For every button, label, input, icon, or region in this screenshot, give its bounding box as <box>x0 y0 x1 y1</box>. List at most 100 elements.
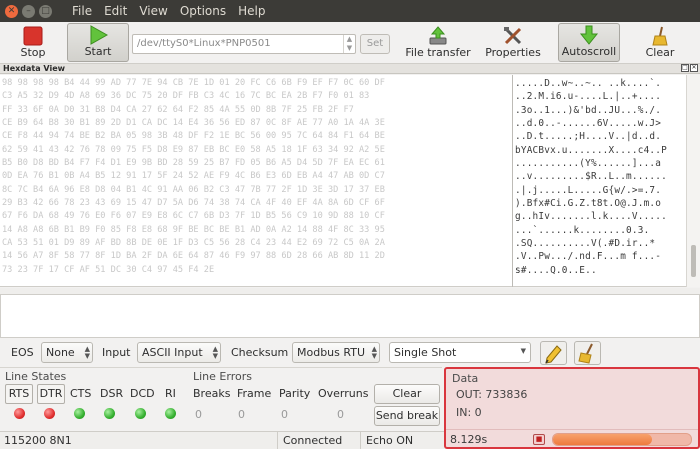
line-states-title: Line States <box>5 370 67 383</box>
menu-file[interactable]: File <box>66 4 98 18</box>
control-row: EOS None ▲ ▼ Input ASCII Input ▲ ▼ Checksu… <box>0 341 700 365</box>
stop-button[interactable]: Stop <box>10 23 56 62</box>
dtr-button[interactable]: DTR <box>37 384 65 404</box>
file-transfer-icon <box>429 26 447 45</box>
hex-bytes-pane[interactable]: 98 98 98 98 B4 44 99 AD 77 7E 94 CB 7E 1… <box>0 75 512 287</box>
hex-scrollbar-thumb[interactable] <box>691 245 696 277</box>
float-icon[interactable]: □ <box>681 64 689 72</box>
autoscroll-button[interactable]: Autoscroll <box>558 23 620 62</box>
data-title: Data <box>452 372 479 385</box>
hex-line: 8C 7C B4 6A 96 E8 D8 04 B1 4C 91 AA 06 B… <box>2 184 385 195</box>
set-button[interactable]: Set <box>360 34 390 54</box>
ri-led-icon <box>165 408 176 419</box>
hex-line: B5 B0 D8 BD B4 F7 F4 D1 E9 9B BD 28 59 2… <box>2 158 385 169</box>
checksum-spinner-icon: ▲ ▼ <box>371 345 377 360</box>
hex-line: CA 53 51 01 D9 89 AF BD 8B DE 0E 1F D3 C… <box>2 238 385 249</box>
ascii-line: ..2.M.i6.u-....L.|..+.... <box>515 91 662 103</box>
ascii-line: .|.j.....L.....G{w/.>=.7. <box>515 184 662 196</box>
clear-input-button[interactable] <box>574 341 601 365</box>
start-button[interactable]: Start <box>67 23 129 62</box>
out-count: OUT: 733836 <box>456 388 528 401</box>
ascii-pane[interactable]: .....D..w~..~.. ..k....`. ..2.M.i6.u-....… <box>514 75 686 287</box>
hex-line: 73 23 7F 17 CF AF 51 DC 30 C4 97 45 F4 2… <box>2 264 215 275</box>
checksum-value: Modbus RTU <box>297 346 365 359</box>
dcd-led-icon <box>135 408 146 419</box>
start-label: Start <box>84 45 112 58</box>
menu-edit[interactable]: Edit <box>98 4 133 18</box>
status-bar: 115200 8N1 Connected Echo ON <box>0 431 444 449</box>
input-text-area[interactable] <box>0 294 700 338</box>
send-mode-combo[interactable]: Single Shot ▼ <box>389 342 531 363</box>
autoscroll-label: Autoscroll <box>561 45 617 58</box>
clear-button[interactable]: Clear <box>638 23 682 62</box>
menu-view[interactable]: View <box>133 4 173 18</box>
dtr-led-icon <box>44 408 55 419</box>
input-spinner-icon: ▲ ▼ <box>212 345 218 360</box>
minimize-icon[interactable]: – <box>22 4 35 18</box>
send-button[interactable] <box>540 341 567 365</box>
input-combo[interactable]: ASCII Input ▲ ▼ <box>137 342 221 363</box>
menu-options[interactable]: Options <box>174 4 232 18</box>
rts-led-icon <box>14 408 25 419</box>
hex-line: 29 B3 42 66 78 23 43 69 15 47 D7 5A D6 7… <box>2 198 385 209</box>
data-panel: Data OUT: 733836 IN: 0 8.129s ■ <box>444 367 700 449</box>
play-icon <box>90 25 108 45</box>
echo-status: Echo ON <box>366 434 414 447</box>
stop-transfer-icon[interactable]: ■ <box>533 434 545 445</box>
elapsed-time: 8.129s <box>450 433 488 446</box>
hex-line: 0D EA 76 B1 0B A4 B5 12 91 17 5F 24 52 A… <box>2 171 385 182</box>
connection-status: Connected <box>279 432 361 449</box>
hex-line: FF 33 6F 0A D0 31 B8 D4 CA 27 62 64 F2 8… <box>2 104 354 115</box>
checksum-combo[interactable]: Modbus RTU ▲ ▼ <box>292 342 380 363</box>
down-arrow-icon <box>579 25 599 45</box>
menu-help[interactable]: Help <box>232 4 271 18</box>
rts-button[interactable]: RTS <box>5 384 33 404</box>
broom-icon <box>578 343 593 364</box>
port-spinner-icon[interactable]: ▲ ▼ <box>343 35 355 53</box>
pencil-icon <box>545 345 562 364</box>
ascii-line: ...........(Y%......]...a <box>515 158 662 170</box>
ascii-line: bYACBvx.u.......X....c4..P <box>515 144 667 156</box>
file-transfer-label: File transfer <box>405 46 471 59</box>
checksum-label: Checksum <box>231 346 289 359</box>
eos-label: EOS <box>11 346 34 359</box>
dsr-led-icon <box>104 408 115 419</box>
transfer-progress-bar <box>552 433 692 446</box>
hex-divider <box>512 75 513 287</box>
hex-line: 98 98 98 98 B4 44 99 AD 77 7E 94 CB 7E 1… <box>2 78 385 88</box>
input-value: ASCII Input <box>142 346 203 359</box>
ascii-line: .V..Pw.../.nd.F...m f...- <box>515 251 662 263</box>
hex-line: 14 A8 A8 6B B1 B9 F0 85 F8 E8 68 9F BE B… <box>2 224 385 235</box>
hex-scrollbar[interactable] <box>686 75 700 287</box>
send-mode-value: Single Shot <box>394 346 457 359</box>
port-combo[interactable]: /dev/ttyS0*Linux*PNP0501 ▲ ▼ <box>132 34 356 54</box>
stop-icon <box>23 26 43 46</box>
cts-led-icon <box>74 408 85 419</box>
close-icon[interactable]: ✕ <box>5 4 18 18</box>
properties-button[interactable]: Properties <box>482 23 544 62</box>
title-bar: ✕ – □ File Edit View Options Help <box>0 0 700 22</box>
line-errors-title: Line Errors <box>193 370 252 383</box>
hex-line: 14 56 A7 8F 58 77 8F 1D BA 2F DA 6E 64 8… <box>2 251 385 262</box>
hex-line: CE F8 44 94 74 BE B2 BA 05 98 3B 48 DF F… <box>2 131 385 142</box>
close-panel-icon[interactable]: ✕ <box>690 64 698 72</box>
stop-label: Stop <box>20 46 46 59</box>
eos-combo[interactable]: None ▲ ▼ <box>41 342 93 363</box>
bottom-separator <box>0 367 442 368</box>
transfer-progress-fill <box>553 434 653 445</box>
ascii-line: ..D.t.....;H....V..|d..d. <box>515 131 662 143</box>
ascii-line: ..d.0..-......6V.....w.J> <box>515 118 662 130</box>
file-transfer-button[interactable]: File transfer <box>403 23 473 62</box>
frame-value: 0 <box>238 408 245 421</box>
hex-line: C3 A5 32 D9 4D A8 69 36 DC 75 20 DF FB C… <box>2 91 370 102</box>
ascii-line: ..v.........$R..L..m...... <box>515 171 667 183</box>
cts-label: CTS <box>70 387 92 400</box>
broom-icon <box>652 26 668 46</box>
in-count: IN: 0 <box>456 406 482 419</box>
hex-line: 67 F6 DA 68 49 76 E0 F6 07 E9 E8 6C C7 6… <box>2 211 385 222</box>
send-break-button[interactable]: Send break <box>374 406 440 426</box>
maximize-icon[interactable]: □ <box>39 4 52 18</box>
chevron-down-icon: ▼ <box>520 347 526 355</box>
port-value: /dev/ttyS0*Linux*PNP0501 <box>137 38 271 49</box>
clear-errors-button[interactable]: Clear errors <box>374 384 440 418</box>
